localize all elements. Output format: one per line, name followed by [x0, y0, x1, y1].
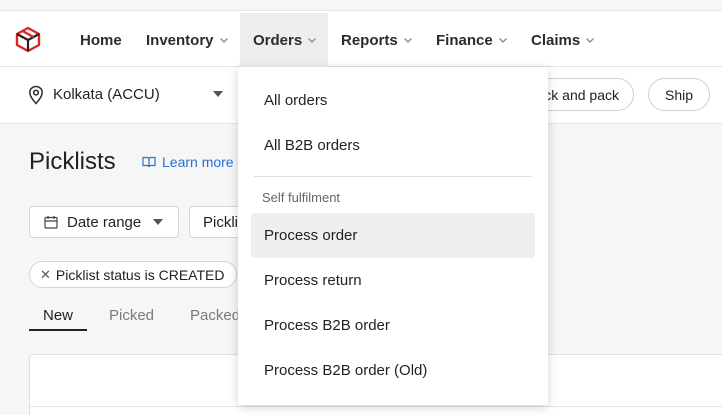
close-icon[interactable]: ✕ [40, 267, 51, 283]
table-header-divider [30, 406, 722, 407]
chevron-down-icon [219, 38, 228, 43]
status-filter-chip[interactable]: ✕ Picklist status is CREATED [29, 261, 238, 288]
menu-item-process-order[interactable]: Process order [251, 213, 535, 258]
book-icon [142, 156, 156, 168]
caret-down-icon [153, 219, 164, 225]
nav-item-label: Orders [253, 31, 303, 49]
menu-item-all-b2b-orders[interactable]: All B2B orders [251, 123, 535, 168]
ship-button[interactable]: Ship [648, 78, 710, 111]
nav-item-inventory[interactable]: Inventory [146, 13, 229, 67]
learn-more-link[interactable]: Learn more [142, 154, 234, 170]
date-range-filter[interactable]: Date range [29, 206, 179, 238]
chevron-down-icon [308, 38, 317, 43]
calendar-icon [44, 216, 58, 229]
nav-item-label: Finance [436, 31, 493, 49]
nav-item-finance[interactable]: Finance [436, 13, 508, 67]
menu-section-heading: Self fulfilment [262, 190, 341, 205]
chevron-down-icon [498, 38, 507, 43]
menu-divider [254, 176, 532, 177]
location-pin-icon [28, 85, 44, 105]
nav-item-home[interactable]: Home [80, 13, 122, 67]
nav-item-label: Inventory [146, 31, 214, 49]
tab-picked[interactable]: Picked [109, 307, 154, 324]
nav-item-orders[interactable]: Orders [240, 13, 328, 67]
date-range-label: Date range [67, 213, 142, 231]
tab-packed[interactable]: Packed [190, 307, 240, 324]
nav-item-label: Home [80, 31, 122, 49]
nav-item-claims[interactable]: Claims [531, 13, 595, 67]
chevron-down-icon [586, 38, 595, 43]
orders-dropdown-menu: All orders All B2B orders Self fulfilmen… [238, 67, 548, 405]
caret-down-icon[interactable] [213, 91, 223, 97]
learn-more-label: Learn more [162, 154, 234, 170]
brand-logo-icon[interactable] [14, 25, 42, 53]
top-nav-bar: Home Inventory Orders Reports Finance Cl… [0, 10, 722, 67]
nav-item-label: Claims [531, 31, 581, 49]
tab-new[interactable]: New [43, 307, 73, 324]
menu-item-process-b2b-order-old[interactable]: Process B2B order (Old) [251, 348, 535, 393]
active-tab-indicator [29, 329, 87, 331]
chip-label: Picklist status is CREATED [55, 266, 225, 283]
nav-item-reports[interactable]: Reports [341, 13, 413, 67]
chevron-down-icon [403, 38, 412, 43]
menu-item-process-b2b-order[interactable]: Process B2B order [251, 303, 535, 348]
picklist-filter-label: Pickli [203, 213, 239, 231]
nav-item-label: Reports [341, 31, 398, 49]
page-title: Picklists [29, 148, 116, 175]
menu-item-process-return[interactable]: Process return [251, 258, 535, 303]
menu-item-all-orders[interactable]: All orders [251, 78, 535, 123]
location-selector[interactable]: Kolkata (ACCU) [53, 86, 160, 103]
